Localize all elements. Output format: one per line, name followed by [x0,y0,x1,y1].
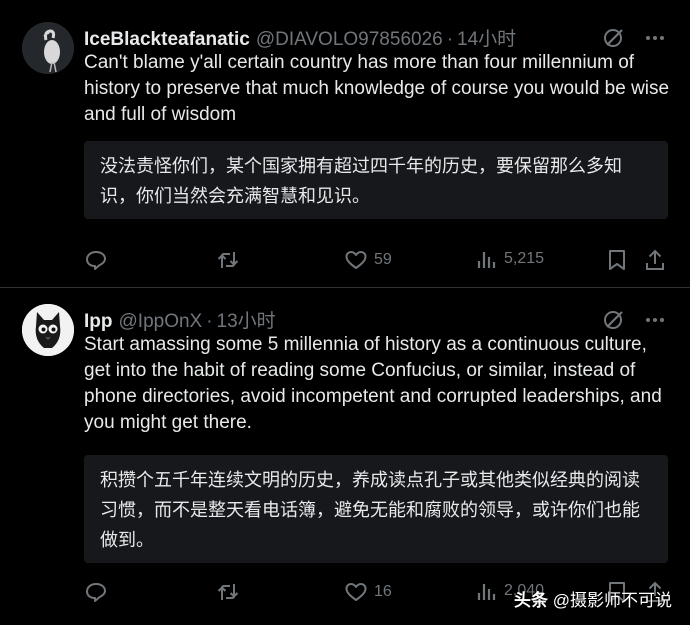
tweet-header: Ipp @IppOnX · 13小时 [84,306,276,333]
separator-dot: · [206,311,213,332]
timestamp[interactable]: 14小时 [457,24,516,51]
reply-icon [86,251,106,270]
share-button[interactable] [644,248,666,272]
reply-icon [86,583,106,602]
user-handle[interactable]: @DIAVOLO97856026 [256,29,443,51]
view-count: 5,215 [504,250,545,267]
like-icon [345,251,367,269]
like-count: 59 [374,251,392,268]
translation-box: 没法责怪你们，某个国家拥有超过四千年的历史，要保留那么多知识，你们当然会充满智慧… [84,141,668,219]
retweet-button[interactable] [216,248,240,272]
user-handle[interactable]: @IppOnX [119,311,203,333]
views-button[interactable]: 5,215 [476,248,544,270]
watermark-account: @摄影师不可说 [552,591,672,610]
tweet-actions: 59 5,215 [84,248,674,272]
watermark: 头条 @摄影师不可说 [514,586,672,611]
reply-button[interactable] [84,248,108,272]
timestamp[interactable]: 13小时 [217,306,276,333]
cat-avatar-image [22,304,74,356]
tweet-text: Can't blame y'all certain country has mo… [84,52,670,125]
avatar[interactable] [22,304,74,356]
separator-dot: · [446,29,454,50]
like-count: 16 [374,583,392,600]
tweet-header: IceBlackteafanatic @DIAVOLO97856026 · 14… [84,24,516,51]
reply-button[interactable] [84,580,108,604]
share-icon [646,249,664,270]
translation-box: 积攒个五千年连续文明的历史，养成读点孔子或其他类似经典的阅读习惯，而不是整天看电… [84,455,668,563]
avatar[interactable] [22,22,74,74]
tweet-1[interactable]: IceBlackteafanatic @DIAVOLO97856026 · 14… [0,0,690,287]
tweet-text: Start amassing some 5 millennia of histo… [84,334,662,433]
bookmark-icon [609,250,625,270]
like-button[interactable]: 16 [344,580,392,604]
display-name[interactable]: IceBlackteafanatic [84,29,250,51]
tweet-2[interactable]: Ipp @IppOnX · 13小时 Start amassing some 5… [0,288,690,625]
like-button[interactable]: 59 [344,248,392,272]
bookmark-button[interactable] [606,248,628,272]
watermark-brand: 头条 [514,591,548,610]
retweet-button[interactable] [216,580,240,604]
display-name[interactable]: Ipp [84,311,113,333]
like-icon [345,583,367,601]
views-icon [477,584,496,600]
retweet-icon [217,252,239,268]
retweet-icon [217,584,239,600]
bird-avatar-image [22,22,74,74]
views-icon [477,252,496,268]
